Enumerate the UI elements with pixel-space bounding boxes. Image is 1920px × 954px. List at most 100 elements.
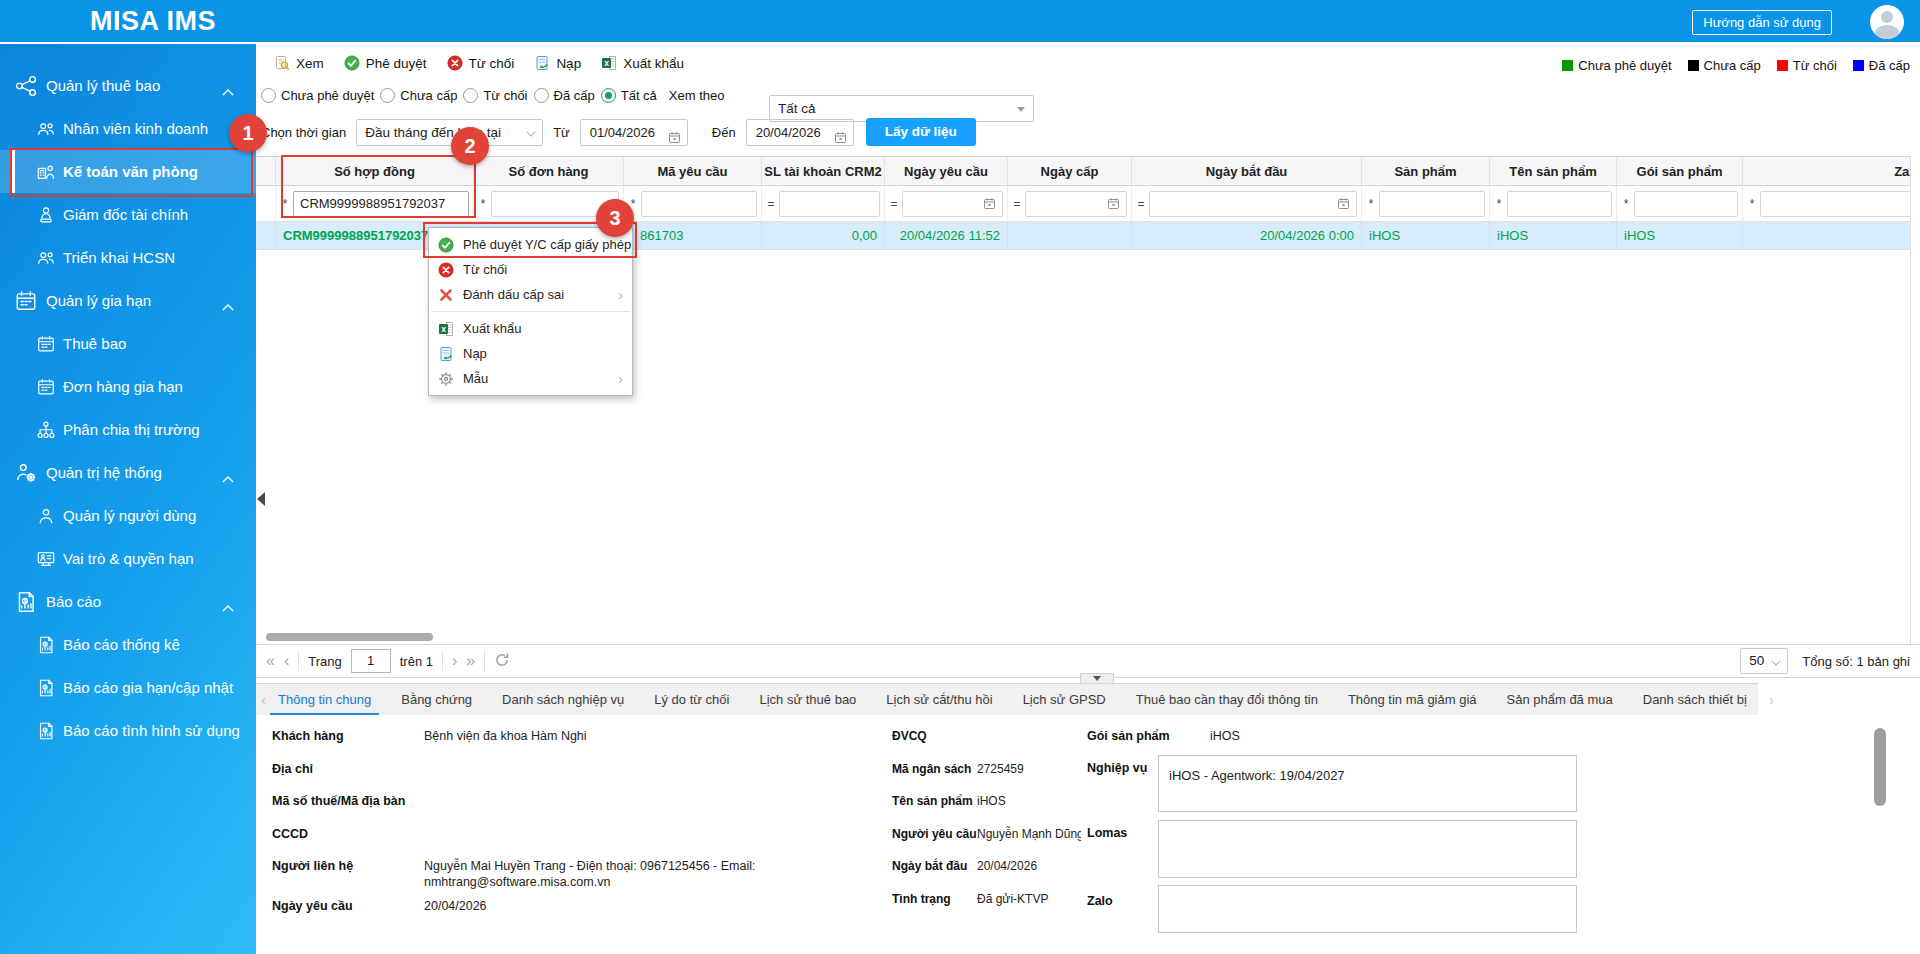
row-cell[interactable]: iHOS [1617,222,1743,249]
status-radio-1[interactable]: Chưa phê duyệt [261,88,374,103]
filter-operator[interactable]: * [1621,197,1631,211]
tab-scroll-right-icon[interactable]: › [1769,691,1774,708]
tab-10[interactable]: Sản phẩm đã mua [1507,684,1613,716]
sidebar-item-9[interactable]: Phân chia thị trường [0,408,256,451]
column-filter-cell[interactable]: * [1617,186,1743,222]
filter-input[interactable] [641,191,757,217]
help-button[interactable]: Hướng dẫn sử dụng [1692,10,1832,35]
filter-operator[interactable]: * [1366,197,1376,211]
sidebar-collapse-icon[interactable] [257,492,265,506]
filter-input[interactable] [1379,191,1485,217]
filter-operator[interactable]: = [766,197,776,211]
from-date-input[interactable]: 01/04/2026 [580,119,688,146]
tab-8[interactable]: Thuê bao cần thay đổi thông tin [1136,684,1318,716]
filter-operator[interactable]: = [1012,197,1022,211]
column-header[interactable]: Ngày bắt đầu [1132,156,1362,186]
row-cell[interactable]: 20/04/2026 11:52 [885,222,1008,249]
row-cell[interactable]: 20/04/2026 0:00 [1132,222,1362,249]
column-filter-cell[interactable]: = [1008,186,1132,222]
status-radio-3[interactable]: Từ chối [463,88,527,103]
toolbar-viewdoc-button[interactable]: Xem [274,55,324,71]
toolbar-approve-button[interactable]: Phê duyệt [344,55,427,71]
filter-input[interactable] [902,191,1003,217]
column-header[interactable]: Số đơn hàng [474,156,624,186]
sidebar-item-10[interactable]: Quản trị hệ thống [0,451,256,494]
column-filter-cell[interactable]: * [1743,186,1910,222]
column-filter-cell[interactable]: * [1362,186,1490,222]
filter-input[interactable] [1025,191,1127,217]
row-cell[interactable] [256,222,276,249]
calendar-icon[interactable] [1337,197,1350,210]
context-menu-item-2[interactable]: Từ chối [429,257,632,282]
filter-input[interactable] [1507,191,1612,217]
filter-operator[interactable]: * [478,197,488,211]
calendar-icon[interactable] [1107,197,1120,210]
sidebar-item-1[interactable]: Quản lý thuê bao [0,64,256,107]
status-radio-5[interactable]: Tất cả [601,88,657,103]
toolbar-reject-button[interactable]: Từ chối [447,55,515,71]
panel-collapse-notch[interactable] [1080,673,1114,683]
status-radio-4[interactable]: Đã cấp [534,88,595,103]
sidebar-item-13[interactable]: Báo cáo [0,580,256,623]
column-filter-cell[interactable]: * [624,186,762,222]
detail-vertical-scrollbar[interactable] [1874,728,1886,806]
sidebar-item-2[interactable]: Nhân viên kinh doanh [0,107,256,150]
tab-7[interactable]: Lịch sử GPSD [1023,684,1106,716]
column-header[interactable]: Ngày cấp [1008,156,1132,186]
filter-operator[interactable]: * [1494,197,1504,211]
column-filter-cell[interactable]: * [1490,186,1617,222]
context-menu-item-7[interactable]: Mẫu› [429,366,632,391]
sidebar-item-12[interactable]: Vai trò & quyền hạn [0,537,256,580]
last-page-button[interactable]: » [466,653,475,669]
row-cell[interactable]: iHOS [1362,222,1490,249]
avatar[interactable] [1870,5,1904,39]
column-filter-cell[interactable]: = [762,186,885,222]
column-header[interactable]: Tên sản phẩm [1490,156,1617,186]
status-radio-2[interactable]: Chưa cấp [380,88,457,103]
prev-page-button[interactable]: ‹ [284,653,289,669]
toolbar-import-button[interactable]: Nạp [534,55,581,71]
filter-operator[interactable]: = [889,197,899,211]
column-filter-cell[interactable]: = [1132,186,1362,222]
column-header[interactable]: Zalo [1743,156,1910,186]
column-header[interactable]: Gói sản phẩm [1617,156,1743,186]
next-page-button[interactable]: › [452,653,457,669]
refresh-icon[interactable] [494,652,510,671]
row-cell[interactable] [1743,222,1910,249]
filter-input[interactable] [779,191,880,217]
filter-input[interactable] [1760,191,1910,217]
sidebar-item-6[interactable]: Quản lý gia hạn [0,279,256,322]
tab-scroll-left-icon[interactable]: ‹ [261,691,266,708]
calendar-icon[interactable] [983,197,996,210]
field-textarea[interactable] [1158,885,1577,933]
sidebar-item-8[interactable]: Đơn hàng gia hạn [0,365,256,408]
filter-input[interactable] [1634,191,1738,217]
tab-6[interactable]: Lịch sử cắt/thu hồi [886,684,992,716]
to-date-input[interactable]: 20/04/2026 [746,119,854,146]
tab-11[interactable]: Danh sách thiết bị [1643,684,1747,716]
tab-4[interactable]: Lý do từ chối [654,684,729,716]
calendar-icon[interactable] [668,127,681,152]
sidebar-item-15[interactable]: Báo cáo gia hạn/cập nhật [0,666,256,709]
calendar-icon[interactable] [834,127,847,152]
sidebar-item-14[interactable]: Báo cáo thống kê [0,623,256,666]
tab-2[interactable]: Bằng chứng [401,684,472,716]
column-header[interactable] [256,156,276,186]
tab-1[interactable]: Thông tin chung [278,684,371,716]
row-cell[interactable]: 0,00 [762,222,885,249]
first-page-button[interactable]: « [266,653,275,669]
context-menu-item-5[interactable]: xXuất khẩu [429,316,632,341]
context-menu-item-3[interactable]: Đánh dấu cấp sai› [429,282,632,307]
column-filter-cell[interactable] [256,186,276,222]
field-textarea[interactable] [1158,820,1577,878]
sidebar-item-11[interactable]: Quản lý người dùng [0,494,256,537]
page-size-select[interactable]: 50 [1740,648,1788,674]
context-menu-item-6[interactable]: Nạp [429,341,632,366]
sidebar-item-16[interactable]: Báo cáo tình hình sử dụng [0,709,256,752]
column-header[interactable]: Mã yêu cầu [624,156,762,186]
filter-operator[interactable]: * [1747,197,1757,211]
filter-operator[interactable]: = [1136,197,1146,211]
field-textarea[interactable]: iHOS - Agentwork: 19/04/2027 [1158,755,1577,812]
column-header[interactable]: Ngày yêu cầu [885,156,1008,186]
sidebar-item-5[interactable]: Triển khai HCSN [0,236,256,279]
